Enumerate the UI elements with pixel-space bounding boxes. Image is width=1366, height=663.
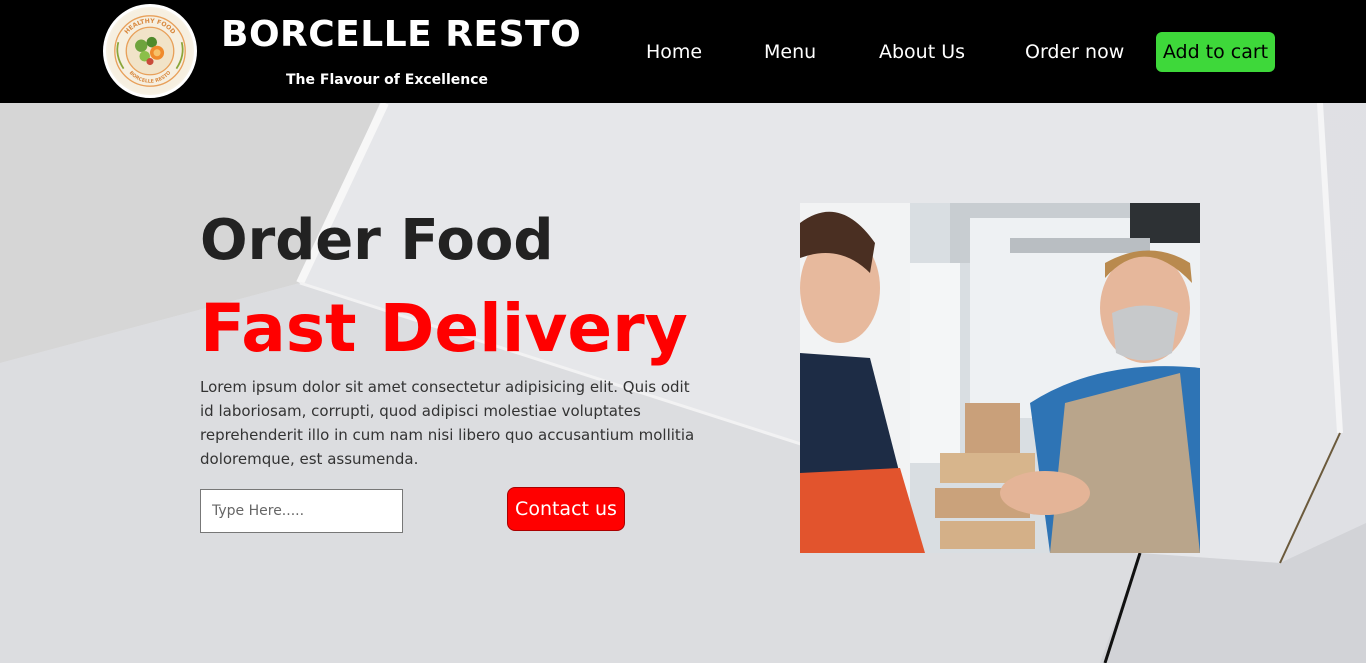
delivery-photo <box>800 203 1200 553</box>
nav-link-order-now[interactable]: Order now <box>1025 41 1124 63</box>
type-here-input[interactable] <box>200 489 403 533</box>
hero-headline-accent: Fast Delivery <box>200 290 688 367</box>
navbar: HEALTHY FOOD BORCELLE RESTO BORCELLE RES… <box>0 0 1366 103</box>
brand-tagline: The Flavour of Excellence <box>286 72 489 88</box>
hero-description: Lorem ipsum dolor sit amet consectetur a… <box>200 378 695 468</box>
add-to-cart-button[interactable]: Add to cart <box>1156 32 1275 72</box>
nav-link-about-us[interactable]: About Us <box>879 41 965 63</box>
nav-link-menu[interactable]: Menu <box>764 41 816 63</box>
hero-section: Order Food Fast Delivery Lorem ipsum dol… <box>0 103 1366 663</box>
brand-title: BORCELLE RESTO <box>221 14 582 55</box>
hero-headline: Order Food <box>200 208 554 273</box>
nav-link-home[interactable]: Home <box>646 41 702 63</box>
contact-us-button[interactable]: Contact us <box>507 487 625 531</box>
food-delivery-image <box>800 203 1200 553</box>
brand-logo[interactable]: HEALTHY FOOD BORCELLE RESTO <box>103 4 197 98</box>
healthy-food-logo-icon: HEALTHY FOOD BORCELLE RESTO <box>107 8 193 94</box>
